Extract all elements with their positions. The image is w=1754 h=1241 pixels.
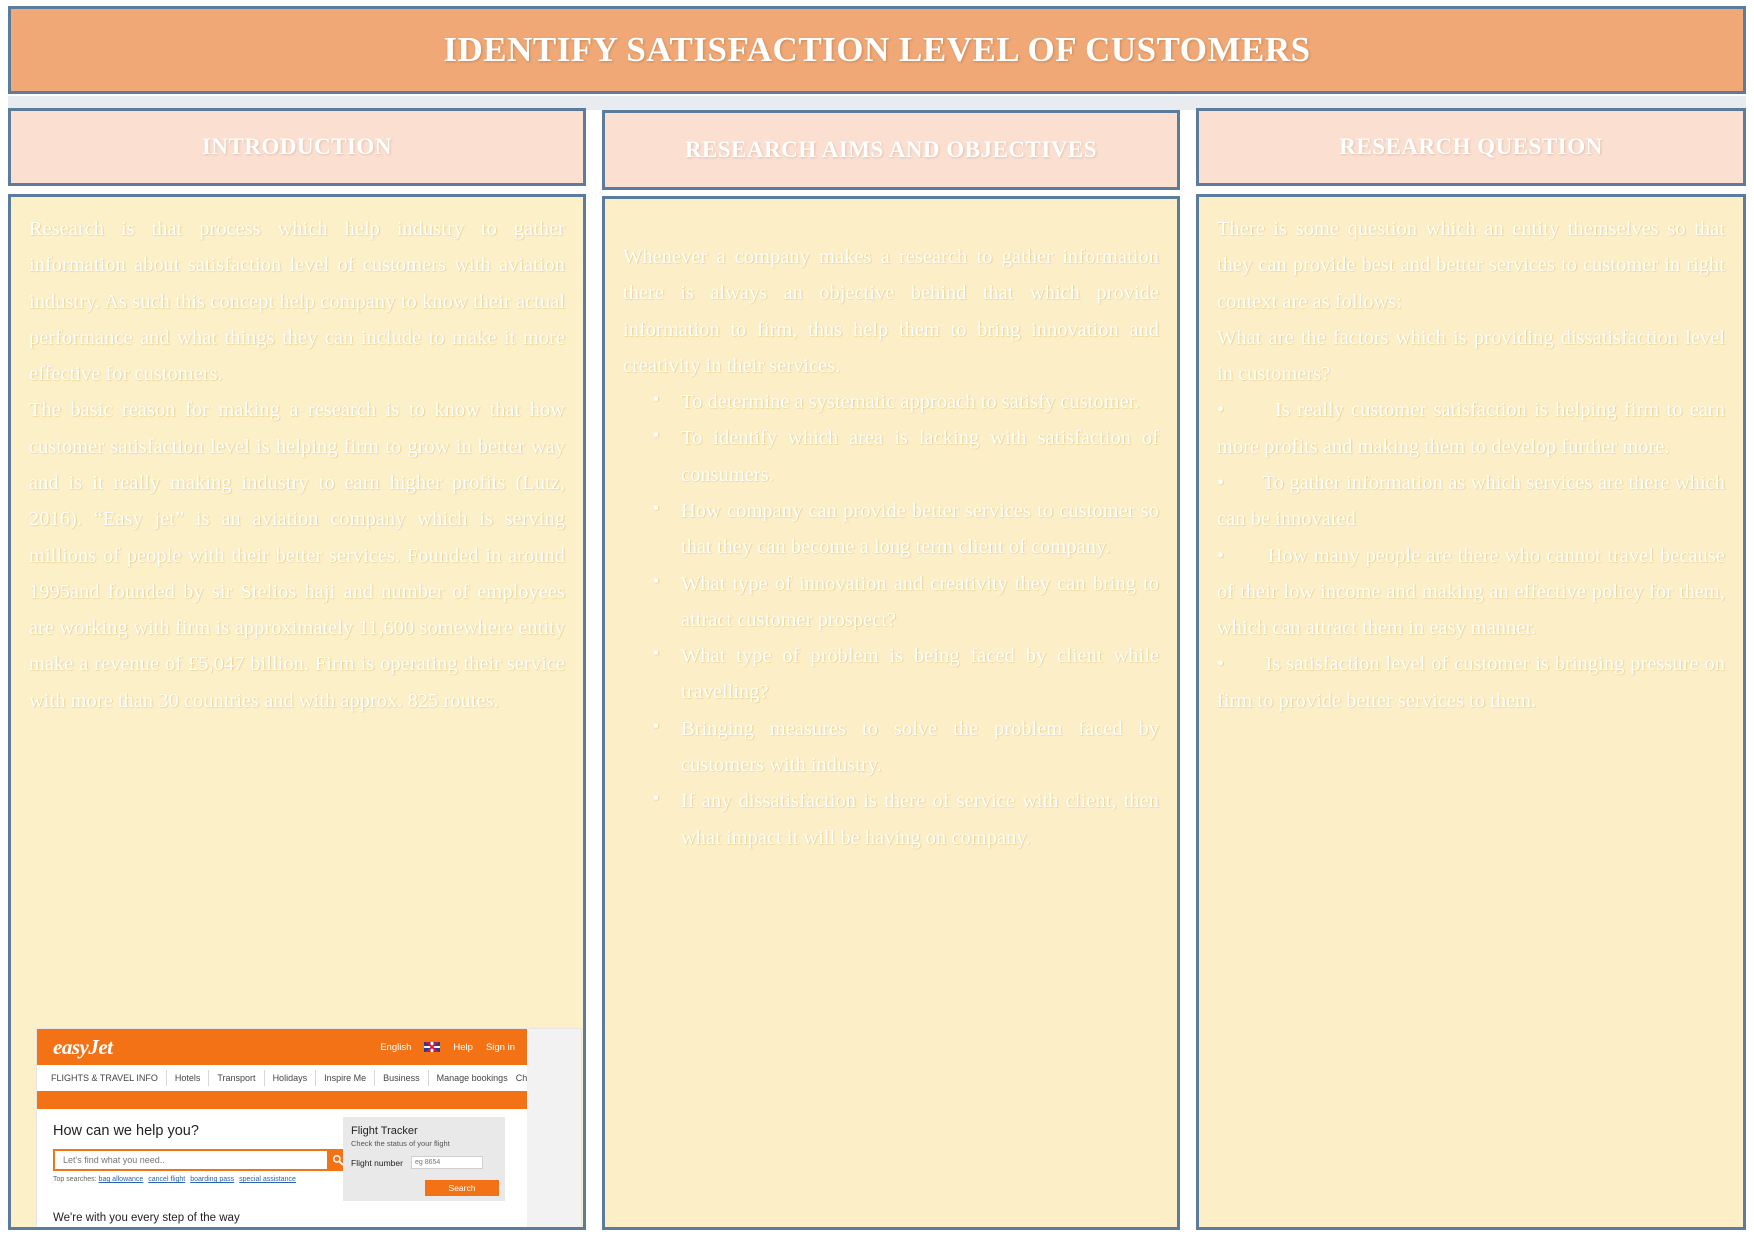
list-item: What type of innovation and creativity t… [653, 566, 1159, 639]
list-item: How company can provide better services … [653, 493, 1159, 566]
flight-number-input[interactable] [410, 1156, 483, 1169]
nav-business[interactable]: Business [375, 1070, 429, 1086]
column-body-question: There is some question which an entity t… [1196, 194, 1746, 1230]
flight-tracker-subtitle: Check the status of your flight [351, 1139, 450, 1148]
question-dot-item-1: • Is really customer satisfaction is hel… [1217, 392, 1725, 465]
intro-paragraph-2: The basic reason for making a research i… [29, 399, 565, 712]
question-intro-paragraph: There is some question which an entity t… [1217, 218, 1725, 313]
poster-title-banner: IDENTIFY SATISFACTION LEVEL OF CUSTOMERS [8, 6, 1746, 94]
top-search-cancel-flight[interactable]: cancel flight [148, 1176, 185, 1183]
question-dot-item-2: • To gather information as which service… [1217, 465, 1725, 538]
question-lead: What are the factors which is providing … [1217, 326, 1725, 386]
easyjet-hero-band [37, 1091, 527, 1109]
top-search-bag-allowance[interactable]: bag allowance [99, 1176, 144, 1183]
easyjet-main-panel: How can we help you? Top searches: bag a… [37, 1109, 527, 1227]
easyjet-logo: easyJet [53, 1034, 113, 1059]
aims-intro-paragraph: Whenever a company makes a research to g… [623, 246, 1159, 377]
top-searches-label: Top searches: [53, 1176, 97, 1183]
poster-canvas: IDENTIFY SATISFACTION LEVEL OF CUSTOMERS… [0, 0, 1754, 1241]
column-header-question: RESEARCH QUESTION [1196, 108, 1746, 186]
easyjet-help-heading: How can we help you? [53, 1123, 199, 1139]
list-item: If any dissatisfaction is there of servi… [653, 783, 1159, 856]
easyjet-steps-heading: We're with you every step of the way [53, 1212, 240, 1224]
search-input[interactable] [61, 1154, 315, 1166]
bullet-dot-icon: • [1217, 544, 1268, 567]
list-item: What type of problem is being faced by c… [653, 638, 1159, 711]
easyjet-top-searches: Top searches: bag allowance cancel fligh… [53, 1176, 299, 1183]
easyjet-topbar: easyJet English Help Sign in [37, 1029, 527, 1065]
nav-manage-bookings[interactable]: Manage bookings [429, 1070, 516, 1086]
column-header-aims: RESEARCH AIMS AND OBJECTIVES [602, 110, 1180, 190]
page-title: IDENTIFY SATISFACTION LEVEL OF CUSTOMERS [443, 30, 1311, 69]
flight-tracker-title: Flight Tracker [351, 1125, 418, 1137]
bullet-dot-icon: • [1217, 399, 1276, 422]
flight-number-label: Flight number [351, 1157, 403, 1168]
column-body-aims: Whenever a company makes a research to g… [602, 196, 1180, 1230]
column-header-aims-label: RESEARCH AIMS AND OBJECTIVES [684, 137, 1098, 162]
question-dot-item-1-text: Is really customer satisfaction is helpi… [1217, 399, 1725, 458]
top-search-special-assistance[interactable]: special assistance [239, 1176, 296, 1183]
easyjet-website-screenshot: easyJet English Help Sign in FLIGHTS & T… [37, 1029, 581, 1227]
intro-paragraph-1: Research is that process which help indu… [29, 218, 565, 386]
nav-holidays[interactable]: Holidays [265, 1070, 317, 1086]
aims-bullet-list: To determine a systematic approach to sa… [623, 384, 1159, 856]
uk-flag-icon [424, 1042, 441, 1052]
easyjet-language-link[interactable]: English [380, 1042, 411, 1053]
easyjet-search-box[interactable] [53, 1149, 331, 1171]
flight-tracker-search-button[interactable]: Search [425, 1180, 499, 1196]
list-item: To determine a systematic approach to sa… [653, 384, 1159, 420]
question-dot-item-3: • How many people are there who cannot t… [1217, 538, 1725, 647]
question-dot-item-4-text: Is satisfaction level of customer is bri… [1217, 653, 1725, 712]
question-dot-item-3-text: How many people are there who cannot tra… [1217, 544, 1725, 640]
top-search-boarding-pass[interactable]: boarding pass [190, 1176, 234, 1183]
nav-flights-travel-info[interactable]: FLIGHTS & TRAVEL INFO [37, 1070, 167, 1086]
list-item: To identify which area is lacking with s… [653, 420, 1159, 493]
easyjet-right-gutter [527, 1029, 581, 1227]
column-header-introduction: INTRODUCTION [8, 108, 586, 186]
column-header-introduction-label: INTRODUCTION [201, 134, 393, 159]
easyjet-signin-link[interactable]: Sign in [486, 1042, 515, 1053]
flight-tracker-widget: Flight Tracker Check the status of your … [343, 1117, 505, 1201]
question-dot-item-4: • Is satisfaction level of customer is b… [1217, 646, 1725, 719]
list-item: Bringing measures to solve the problem f… [653, 711, 1159, 784]
bullet-dot-icon: • [1217, 471, 1263, 494]
nav-hotels[interactable]: Hotels [167, 1070, 210, 1086]
nav-transport[interactable]: Transport [209, 1070, 265, 1086]
easyjet-navbar: FLIGHTS & TRAVEL INFO Hotels Transport H… [37, 1065, 581, 1092]
column-body-introduction: Research is that process which help indu… [8, 194, 586, 1230]
nav-inspire-me[interactable]: Inspire Me [316, 1070, 376, 1086]
question-dot-item-2-text: To gather information as which services … [1217, 471, 1725, 531]
easyjet-help-link[interactable]: Help [453, 1042, 473, 1053]
bullet-dot-icon: • [1217, 653, 1266, 676]
column-header-question-label: RESEARCH QUESTION [1339, 134, 1603, 159]
